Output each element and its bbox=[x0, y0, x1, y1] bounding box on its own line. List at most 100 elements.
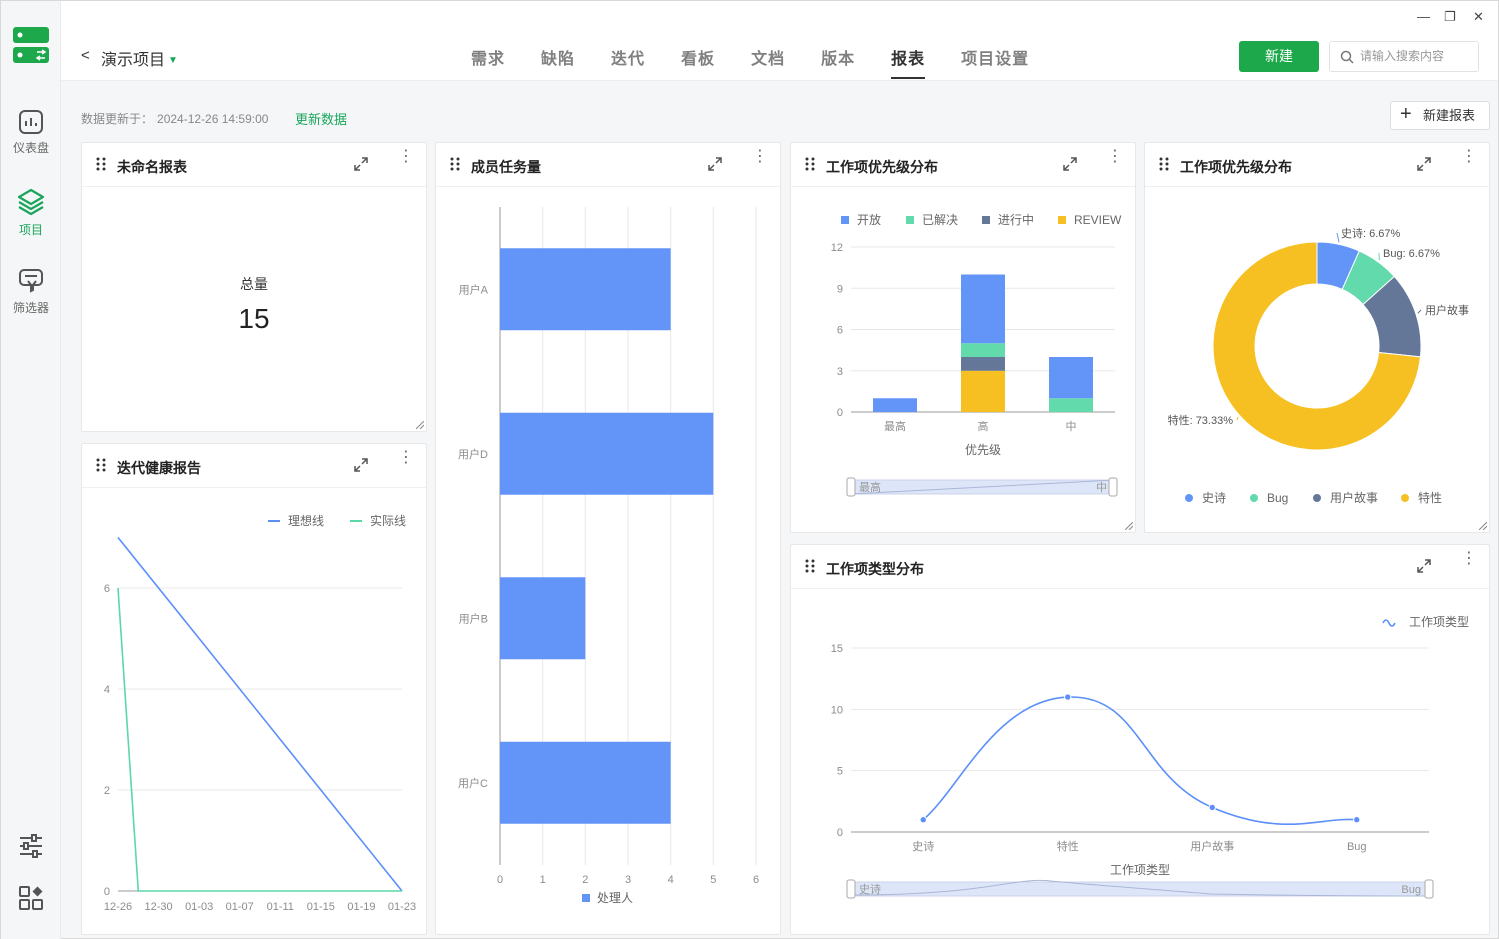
tab-requirements[interactable]: 需求 bbox=[471, 45, 505, 79]
legend-label: REVIEW bbox=[1074, 213, 1122, 227]
left-rail: 仪表盘 项目 筛选器 bbox=[1, 1, 61, 939]
apps-icon[interactable] bbox=[19, 886, 43, 910]
y-tick-label: 3 bbox=[837, 366, 843, 378]
drag-handle-icon[interactable] bbox=[96, 458, 106, 472]
series-line bbox=[117, 536, 403, 892]
card-header: 成员任务量 ⋮ bbox=[436, 143, 780, 187]
data-point bbox=[1208, 803, 1216, 812]
restore-button[interactable]: ❐ bbox=[1444, 9, 1456, 25]
series-line bbox=[117, 587, 402, 892]
expand-icon[interactable] bbox=[1417, 157, 1431, 171]
y-tick-label: 9 bbox=[837, 283, 843, 295]
tab-project-settings[interactable]: 项目设置 bbox=[961, 45, 1029, 79]
legend-label: 开放 bbox=[857, 212, 881, 227]
sidebar-item-project[interactable]: 项目 bbox=[1, 187, 61, 238]
legend-label: 用户故事 bbox=[1330, 490, 1378, 505]
report-card-priority-pie: 工作项优先级分布 ⋮ 史诗: 6.67% Bug: 6.67% 用户故事 特性: 73… bbox=[1144, 142, 1490, 533]
more-options-icon[interactable]: ⋮ bbox=[1461, 149, 1477, 165]
search-input[interactable]: 请输入搜索内容 bbox=[1329, 41, 1479, 72]
priority-pie-chart: 史诗: 6.67%Bug: 6.67%用户故事特性: 73.33%史诗 Bug 用户… bbox=[1168, 226, 1469, 505]
x-tick-label: 0 bbox=[497, 874, 503, 886]
more-options-icon[interactable]: ⋮ bbox=[1461, 551, 1477, 567]
burndown-chart: 0 2 4 6 12-26 12-30 01-03 01-07 01-11 01-15 01-19 0… bbox=[104, 513, 416, 913]
app-logo-icon[interactable] bbox=[13, 27, 49, 65]
drag-handle-icon[interactable] bbox=[450, 157, 460, 171]
legend-label: 已解决 bbox=[922, 213, 958, 227]
sliders-icon[interactable] bbox=[18, 834, 44, 858]
tab-reports[interactable]: 报表 bbox=[891, 45, 926, 79]
report-card-burndown: 迭代健康报告 ⋮ 0 2 4 6 12-26 12-30 01-03 01-07 01-11 01… bbox=[81, 443, 427, 935]
drag-handle-icon[interactable] bbox=[805, 157, 815, 171]
tab-iterations[interactable]: 迭代 bbox=[611, 45, 645, 79]
legend-marker bbox=[1185, 494, 1193, 502]
more-options-icon[interactable]: ⋮ bbox=[752, 149, 768, 165]
x-tick-label: 01-23 bbox=[388, 901, 416, 913]
y-tick-label: 10 bbox=[831, 704, 843, 716]
drag-handle-icon[interactable] bbox=[805, 559, 815, 573]
legend-label: 工作项类型 bbox=[1409, 615, 1469, 629]
project-switcher[interactable]: 演示项目 ▼ bbox=[101, 46, 178, 70]
expand-icon[interactable] bbox=[1417, 559, 1431, 573]
resize-handle-icon[interactable] bbox=[1125, 522, 1133, 530]
minimize-button[interactable]: — bbox=[1417, 9, 1430, 24]
y-tick-label: 4 bbox=[104, 684, 110, 696]
y-tick-label: 0 bbox=[104, 886, 110, 898]
more-options-icon[interactable]: ⋮ bbox=[398, 450, 414, 466]
new-report-button[interactable]: + 新建报表 bbox=[1390, 101, 1490, 130]
type-line-chart: 051015史诗 特性 用户故事 Bug工作项类型工作项类型史诗 Bug bbox=[831, 615, 1469, 899]
top-bar: < 演示项目 ▼ 需求 缺陷 迭代 看板 文档 版本 报表 项目设置 新建 请输入… bbox=[61, 1, 1498, 81]
series-line bbox=[922, 696, 1357, 825]
report-card-total: 未命名报表 ⋮ 总量 15 bbox=[81, 142, 427, 432]
expand-icon[interactable] bbox=[1063, 157, 1077, 171]
tab-docs[interactable]: 文档 bbox=[751, 45, 785, 79]
y-tick-label: 6 bbox=[837, 325, 843, 337]
y-tick-label: 5 bbox=[837, 766, 843, 778]
sidebar-item-label: 项目 bbox=[18, 223, 43, 237]
bar-segment bbox=[961, 274, 1005, 344]
more-options-icon[interactable]: ⋮ bbox=[1107, 149, 1123, 165]
legend-marker bbox=[906, 216, 914, 224]
card-title: 迭代健康报告 bbox=[117, 460, 201, 476]
slice-label: 特性: 73.33% bbox=[1168, 413, 1234, 427]
x-tick-label: 01-11 bbox=[267, 901, 294, 913]
expand-icon[interactable] bbox=[708, 157, 722, 171]
tab-versions[interactable]: 版本 bbox=[821, 45, 855, 79]
slice-label: 史诗: 6.67% bbox=[1341, 226, 1401, 240]
project-name: 演示项目 bbox=[101, 52, 166, 69]
back-button[interactable]: < bbox=[81, 47, 90, 64]
label-leader bbox=[1236, 416, 1239, 421]
bar-segment bbox=[1049, 357, 1093, 399]
x-axis-title: 优先级 bbox=[965, 443, 1001, 457]
sidebar-item-dashboard[interactable]: 仪表盘 bbox=[1, 109, 61, 156]
search-icon bbox=[1340, 50, 1354, 64]
tab-kanban[interactable]: 看板 bbox=[681, 45, 715, 79]
expand-icon[interactable] bbox=[354, 458, 368, 472]
slider-start-label: 最高 bbox=[859, 480, 881, 494]
bar bbox=[500, 412, 714, 495]
drag-handle-icon[interactable] bbox=[1159, 157, 1169, 171]
x-tick-label: 6 bbox=[753, 874, 759, 886]
legend-label: 处理人 bbox=[597, 891, 633, 905]
new-button[interactable]: 新建 bbox=[1239, 41, 1319, 72]
resize-handle-icon[interactable] bbox=[1479, 522, 1487, 530]
refresh-data-link[interactable]: 更新数据 bbox=[295, 109, 347, 128]
filter-icon bbox=[19, 269, 43, 293]
bar bbox=[500, 741, 671, 824]
label-leader bbox=[1336, 232, 1340, 243]
y-tick-label: 用户C bbox=[458, 776, 488, 790]
x-tick-label: 01-19 bbox=[347, 901, 375, 913]
search-placeholder: 请输入搜索内容 bbox=[1360, 49, 1445, 63]
x-tick-label: 2 bbox=[582, 874, 588, 886]
updated-label: 数据更新于： bbox=[81, 112, 154, 126]
sidebar-item-filter[interactable]: 筛选器 bbox=[1, 267, 61, 316]
resize-handle-icon[interactable] bbox=[416, 421, 424, 429]
layers-icon bbox=[17, 188, 45, 216]
x-tick-label: 5 bbox=[710, 874, 716, 886]
drag-handle-icon[interactable] bbox=[96, 157, 106, 171]
close-button[interactable]: ✕ bbox=[1473, 9, 1484, 25]
expand-icon[interactable] bbox=[354, 157, 368, 171]
sidebar-item-label: 仪表盘 bbox=[12, 141, 49, 155]
tab-defects[interactable]: 缺陷 bbox=[541, 45, 575, 79]
sidebar-item-label: 筛选器 bbox=[12, 301, 49, 315]
more-options-icon[interactable]: ⋮ bbox=[398, 149, 414, 165]
